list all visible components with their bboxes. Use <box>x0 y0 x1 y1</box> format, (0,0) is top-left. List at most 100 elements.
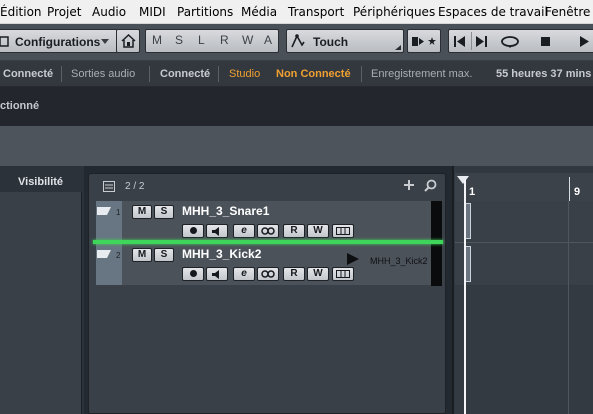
menu-projet[interactable]: Projet <box>47 5 81 19</box>
status-max-record-duration: 55 heures 37 mins <box>496 68 592 80</box>
track-drop-indicator <box>93 240 443 244</box>
menu-bar: Édition Projet Audio MIDI Partitions Méd… <box>0 0 593 24</box>
track-count: 2 / 2 <box>125 181 145 192</box>
link-button[interactable] <box>257 224 279 238</box>
read-mode-button[interactable]: R <box>220 33 229 47</box>
play-icon[interactable] <box>580 36 589 47</box>
lanes-icon <box>336 227 350 235</box>
listen-mode-button[interactable]: L <box>198 33 205 47</box>
track-type-icon <box>97 207 111 215</box>
record-enable-button[interactable] <box>182 267 204 281</box>
solo-button[interactable]: S <box>154 205 174 219</box>
write-automation-button[interactable]: W <box>307 224 329 238</box>
lanes-icon <box>336 270 350 278</box>
solo-mode-button[interactable]: S <box>175 33 183 47</box>
status-divider <box>61 66 62 82</box>
go-to-end-icon[interactable] <box>475 36 487 47</box>
window-layout-icon <box>0 36 9 47</box>
monitor-button[interactable] <box>206 267 228 281</box>
lane-button[interactable] <box>332 267 354 281</box>
track-list-header: 2 / 2 <box>88 173 446 200</box>
go-to-start-icon[interactable] <box>454 36 466 47</box>
menu-media[interactable]: Média <box>241 5 277 19</box>
add-track-icon[interactable] <box>404 180 414 190</box>
toolbar: Configurations M S L R W A Touch <box>0 24 593 61</box>
menu-audio[interactable]: Audio <box>92 5 126 19</box>
mute-button[interactable]: M <box>132 248 152 262</box>
status-divider <box>361 66 362 82</box>
search-icon[interactable] <box>424 179 437 192</box>
drag-track-label: MHH_3_Kick2 <box>370 256 428 266</box>
project-cursor[interactable] <box>464 180 466 414</box>
track-lane[interactable] <box>455 243 593 285</box>
track-name[interactable]: MHH_3_Kick2 <box>182 247 261 261</box>
menu-espaces-de-travail[interactable]: Espaces de travail <box>438 5 548 19</box>
track-color-strip: 2 <box>96 244 122 285</box>
step-transport-button[interactable] <box>407 29 441 53</box>
info-line-text: ctionné <box>0 100 40 112</box>
bar-grid-line <box>568 201 569 414</box>
track-type-icon <box>97 250 111 258</box>
step-arrows-icon <box>412 37 436 46</box>
read-automation-button[interactable]: R <box>283 267 305 281</box>
automation-mode-dropdown[interactable]: Touch <box>286 29 404 53</box>
menu-edition[interactable]: Édition <box>0 5 42 19</box>
speaker-icon <box>212 227 219 236</box>
status-audio-outputs: Sorties audio <box>71 68 136 80</box>
menu-midi[interactable]: MIDI <box>139 5 166 19</box>
status-studio: Studio <box>229 68 261 80</box>
configurations-dropdown[interactable]: Configurations <box>0 29 118 53</box>
edit-channel-button[interactable]: e <box>233 224 255 238</box>
upper-zone <box>0 126 593 166</box>
transport-divider <box>471 32 472 50</box>
write-mode-button[interactable]: W <box>242 33 253 47</box>
visibility-tab[interactable]: Visibilité <box>0 166 84 192</box>
link-icon <box>261 270 275 278</box>
track-row[interactable]: 1 M S MHH_3_Snare1 e R W <box>96 200 442 243</box>
record-icon <box>189 270 197 277</box>
track-mode-buttons: M S L R W A <box>145 29 279 53</box>
mute-mode-button[interactable]: M <box>152 33 162 47</box>
link-icon <box>261 227 275 235</box>
ruler-bar-9: 9 <box>574 186 581 198</box>
record-enable-button[interactable] <box>182 224 204 238</box>
track-meter <box>431 201 442 243</box>
left-locator-icon[interactable] <box>457 176 469 185</box>
write-automation-button[interactable]: W <box>307 267 329 281</box>
track-row[interactable]: 2 M S MHH_3_Kick2 e R W MHH_3_Kick2 <box>96 243 442 286</box>
menu-peripheriques[interactable]: Périphériques <box>353 5 435 19</box>
track-name[interactable]: MHH_3_Snare1 <box>182 204 269 218</box>
status-divider <box>149 66 150 82</box>
visibility-panel <box>0 192 82 414</box>
automation-mode-button[interactable]: A <box>264 33 272 47</box>
corner-triangle-icon <box>395 45 401 50</box>
ruler-bar-1: 1 <box>469 186 476 198</box>
menu-transport[interactable]: Transport <box>288 5 344 19</box>
menu-partitions[interactable]: Partitions <box>177 5 233 19</box>
stop-icon[interactable] <box>541 37 550 46</box>
automation-mode-label: Touch <box>313 35 349 49</box>
track-color-strip: 1 <box>96 201 122 242</box>
track-lane[interactable] <box>455 201 593 242</box>
home-button[interactable] <box>116 29 140 53</box>
solo-button[interactable]: S <box>154 248 174 262</box>
left-zone: Visibilité <box>0 166 84 414</box>
speaker-icon <box>212 270 219 279</box>
ruler[interactable]: 1 9 <box>455 173 593 201</box>
home-icon <box>121 34 136 48</box>
lane-button[interactable] <box>332 224 354 238</box>
link-button[interactable] <box>257 267 279 281</box>
menu-fenetre[interactable]: Fenêtre <box>545 5 590 19</box>
track-list-icon[interactable] <box>103 181 115 192</box>
cycle-icon[interactable] <box>499 35 521 48</box>
edit-channel-button[interactable]: e <box>233 267 255 281</box>
automation-touch-icon <box>291 34 305 48</box>
mute-button[interactable]: M <box>132 205 152 219</box>
empty-lane-area <box>455 286 593 414</box>
monitor-button[interactable] <box>206 224 228 238</box>
read-automation-button[interactable]: R <box>283 224 305 238</box>
track-meter <box>431 244 442 286</box>
track-number: 1 <box>116 208 121 217</box>
visibility-tab-label: Visibilité <box>18 176 64 188</box>
chevron-down-icon <box>101 39 109 44</box>
